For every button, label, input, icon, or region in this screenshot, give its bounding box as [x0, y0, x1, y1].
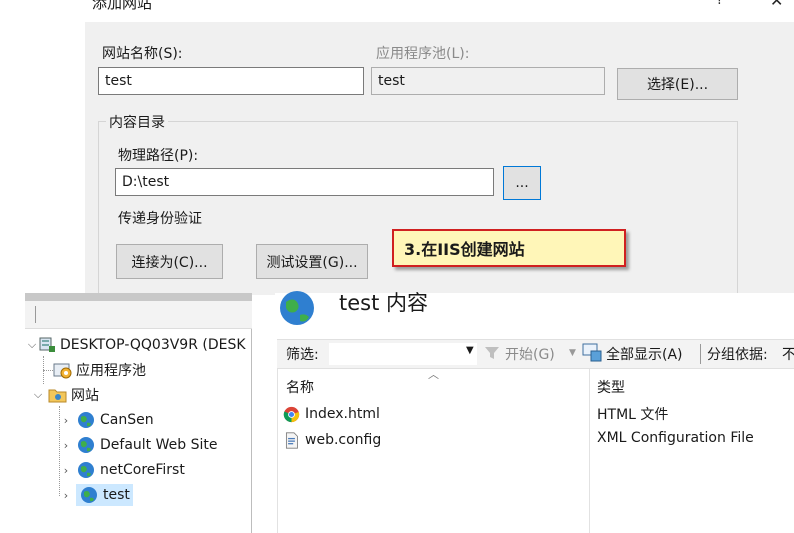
select-app-pool-button[interactable]: 选择(E)...	[617, 68, 738, 100]
tree-label: netCoreFirst	[100, 462, 185, 478]
tree-label: Default Web Site	[100, 437, 218, 453]
dialog-title: 添加网站	[92, 0, 153, 12]
tree-item-site[interactable]: › CanSen	[60, 409, 154, 431]
help-button[interactable]: ?	[716, 0, 723, 8]
app-pool-label: 应用程序池(L):	[376, 46, 470, 62]
globe-icon	[78, 437, 94, 453]
file-type: HTML 文件	[597, 407, 669, 423]
funnel-icon	[485, 347, 499, 359]
file-type: XML Configuration File	[597, 430, 754, 446]
list-item[interactable]: Index.html	[283, 402, 788, 426]
test-settings-button[interactable]: 测试设置(G)...	[256, 244, 368, 279]
site-name-label: 网站名称(S):	[102, 46, 183, 62]
close-button[interactable]: ✕	[770, 0, 783, 10]
tree-label: 网站	[71, 388, 99, 404]
tree-item-site-test[interactable]: › test	[60, 484, 133, 506]
physical-path-label: 物理路径(P):	[118, 148, 199, 164]
app-pool-field: test	[371, 67, 605, 95]
content-directory-title: 内容目录	[106, 112, 168, 132]
tree-label: CanSen	[100, 412, 154, 428]
globe-icon	[78, 412, 94, 428]
sort-ascending-icon: ︿	[428, 368, 439, 381]
tree-item-server[interactable]: ⌵ DESKTOP-QQ03V9R (DESK	[26, 334, 246, 356]
filter-label: 筛选:	[286, 347, 319, 363]
tree-item-site[interactable]: › netCoreFirst	[60, 459, 185, 481]
connect-as-button[interactable]: 连接为(C)...	[116, 244, 223, 279]
browse-path-button[interactable]: ...	[503, 166, 541, 200]
pass-through-auth-label: 传递身份验证	[118, 211, 202, 227]
config-file-icon	[285, 431, 298, 449]
chevron-right-icon[interactable]: ›	[60, 464, 72, 477]
chrome-icon	[283, 406, 300, 422]
dropdown-arrow-icon[interactable]: ▼	[569, 348, 576, 358]
tree-search-caret	[35, 306, 36, 323]
toolbar-divider	[700, 344, 701, 364]
tree-label: DESKTOP-QQ03V9R (DESK	[60, 337, 246, 353]
tree-search-box[interactable]	[25, 301, 252, 329]
tree-item-sites[interactable]: ⌵ 网站	[32, 384, 99, 406]
show-all-button[interactable]: 全部显示(A)	[606, 344, 683, 364]
start-filter-button[interactable]: 开始(G)	[505, 344, 555, 364]
filter-input[interactable]	[328, 342, 478, 366]
tree-toolbar	[25, 293, 252, 301]
globe-icon	[81, 487, 97, 503]
site-name-input[interactable]: test	[98, 67, 364, 95]
group-by-value[interactable]: 不	[782, 344, 794, 364]
tree-item-selected[interactable]: test	[76, 484, 133, 506]
chevron-down-icon[interactable]: ⌵	[32, 388, 44, 402]
file-name: Index.html	[305, 406, 380, 422]
folder-icon	[48, 389, 67, 403]
show-all-icon	[582, 343, 602, 362]
dropdown-arrow-icon[interactable]: ▼	[466, 345, 474, 356]
app-pool-icon	[53, 363, 72, 379]
tree-label: test	[103, 487, 130, 503]
tree-item-app-pools[interactable]: 应用程序池	[53, 359, 146, 381]
group-by-label: 分组依据:	[707, 347, 768, 363]
file-name: web.config	[305, 432, 382, 448]
tree-item-site[interactable]: › Default Web Site	[60, 434, 217, 456]
chevron-right-icon[interactable]: ›	[60, 439, 72, 452]
physical-path-input[interactable]: D:\test	[115, 168, 494, 196]
content-heading: test 内容	[339, 291, 429, 315]
globe-icon	[280, 291, 314, 325]
column-header-name[interactable]: 名称	[286, 377, 314, 397]
annotation-callout: 3.在IIS创建网站	[392, 229, 626, 267]
dialog-title-bar	[85, 0, 794, 22]
server-icon	[39, 337, 55, 352]
chevron-right-icon[interactable]: ›	[60, 489, 72, 502]
tree-connector	[43, 370, 53, 371]
chevron-down-icon[interactable]: ⌵	[26, 338, 38, 352]
column-header-type[interactable]: 类型	[597, 377, 625, 397]
chevron-right-icon[interactable]: ›	[60, 414, 72, 427]
globe-icon	[78, 462, 94, 478]
tree-label: 应用程序池	[76, 363, 146, 379]
